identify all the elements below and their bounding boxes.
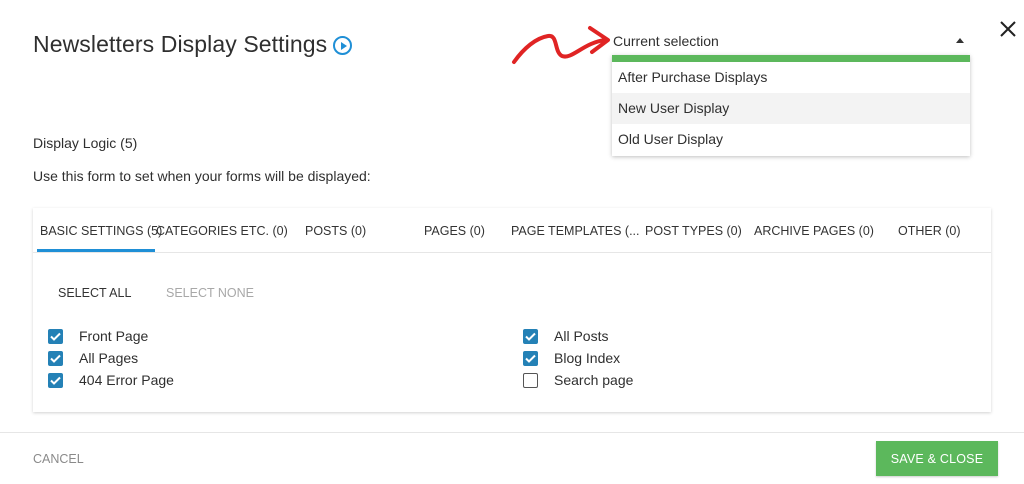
active-tab-indicator xyxy=(37,249,155,252)
play-circle-icon[interactable] xyxy=(333,36,353,55)
checkbox-checked-icon[interactable] xyxy=(523,350,538,366)
menu-option-after-purchase[interactable]: After Purchase Displays xyxy=(612,62,970,93)
tab-basic-settings[interactable]: BASIC SETTINGS (5) xyxy=(40,224,162,238)
tab-page-templates[interactable]: PAGE TEMPLATES (... xyxy=(511,224,640,238)
tab-post-types[interactable]: POST TYPES (0) xyxy=(645,224,742,238)
checkbox-front-page[interactable]: Front Page xyxy=(48,328,148,344)
dropdown-accent-bar xyxy=(612,55,970,62)
menu-option-new-user[interactable]: New User Display xyxy=(612,93,970,124)
select-none-button[interactable]: SELECT NONE xyxy=(166,286,254,300)
display-logic-card: BASIC SETTINGS (5) CATEGORIES ETC. (0) P… xyxy=(33,208,991,412)
checkbox-blog-index[interactable]: Blog Index xyxy=(523,350,620,366)
checkbox-all-posts[interactable]: All Posts xyxy=(523,328,608,344)
dialog-title-text: Newsletters Display Settings xyxy=(33,31,328,57)
annotation-arrow-icon xyxy=(512,26,610,64)
checkbox-unchecked-icon[interactable] xyxy=(523,372,538,388)
checkbox-label: Search page xyxy=(554,372,634,388)
tab-other[interactable]: OTHER (0) xyxy=(898,224,961,238)
select-all-button[interactable]: SELECT ALL xyxy=(58,286,131,300)
tab-archive-pages[interactable]: ARCHIVE PAGES (0) xyxy=(754,224,874,238)
save-close-label: SAVE & CLOSE xyxy=(890,451,984,466)
tab-posts[interactable]: POSTS (0) xyxy=(305,224,366,238)
checkbox-checked-icon[interactable] xyxy=(48,350,63,366)
checkbox-404-error-page[interactable]: 404 Error Page xyxy=(48,372,174,388)
tab-bar: BASIC SETTINGS (5) CATEGORIES ETC. (0) P… xyxy=(33,208,991,253)
save-close-button[interactable]: SAVE & CLOSE xyxy=(876,441,998,476)
tab-pages[interactable]: PAGES (0) xyxy=(424,224,485,238)
checkbox-label: Blog Index xyxy=(554,350,621,366)
display-logic-title: Display Logic (5) xyxy=(33,135,138,151)
caret-up-icon xyxy=(956,38,964,43)
checkbox-label: 404 Error Page xyxy=(79,372,174,388)
checkbox-label: All Posts xyxy=(554,328,609,344)
menu-option-old-user[interactable]: Old User Display xyxy=(612,124,970,155)
close-button[interactable] xyxy=(997,18,1019,40)
display-logic-description: Use this form to set when your forms wil… xyxy=(33,168,371,184)
display-selector-menu: After Purchase Displays New User Display… xyxy=(612,55,970,156)
checkbox-checked-icon[interactable] xyxy=(523,328,538,344)
checkbox-label: Front Page xyxy=(79,328,149,344)
display-selector[interactable]: Current selection xyxy=(612,31,970,55)
close-icon xyxy=(1000,21,1016,37)
tab-categories[interactable]: CATEGORIES ETC. (0) xyxy=(156,224,288,238)
checkbox-all-pages[interactable]: All Pages xyxy=(48,350,138,366)
checkbox-label: All Pages xyxy=(79,350,139,366)
checkbox-checked-icon[interactable] xyxy=(48,372,63,388)
cancel-button[interactable]: CANCEL xyxy=(33,452,84,466)
display-selector-value: Current selection xyxy=(613,33,719,49)
checkbox-checked-icon[interactable] xyxy=(48,328,63,344)
dialog-title: Newsletters Display Settings xyxy=(33,31,353,58)
checkbox-search-page[interactable]: Search page xyxy=(523,372,633,388)
footer-divider xyxy=(0,432,1024,433)
